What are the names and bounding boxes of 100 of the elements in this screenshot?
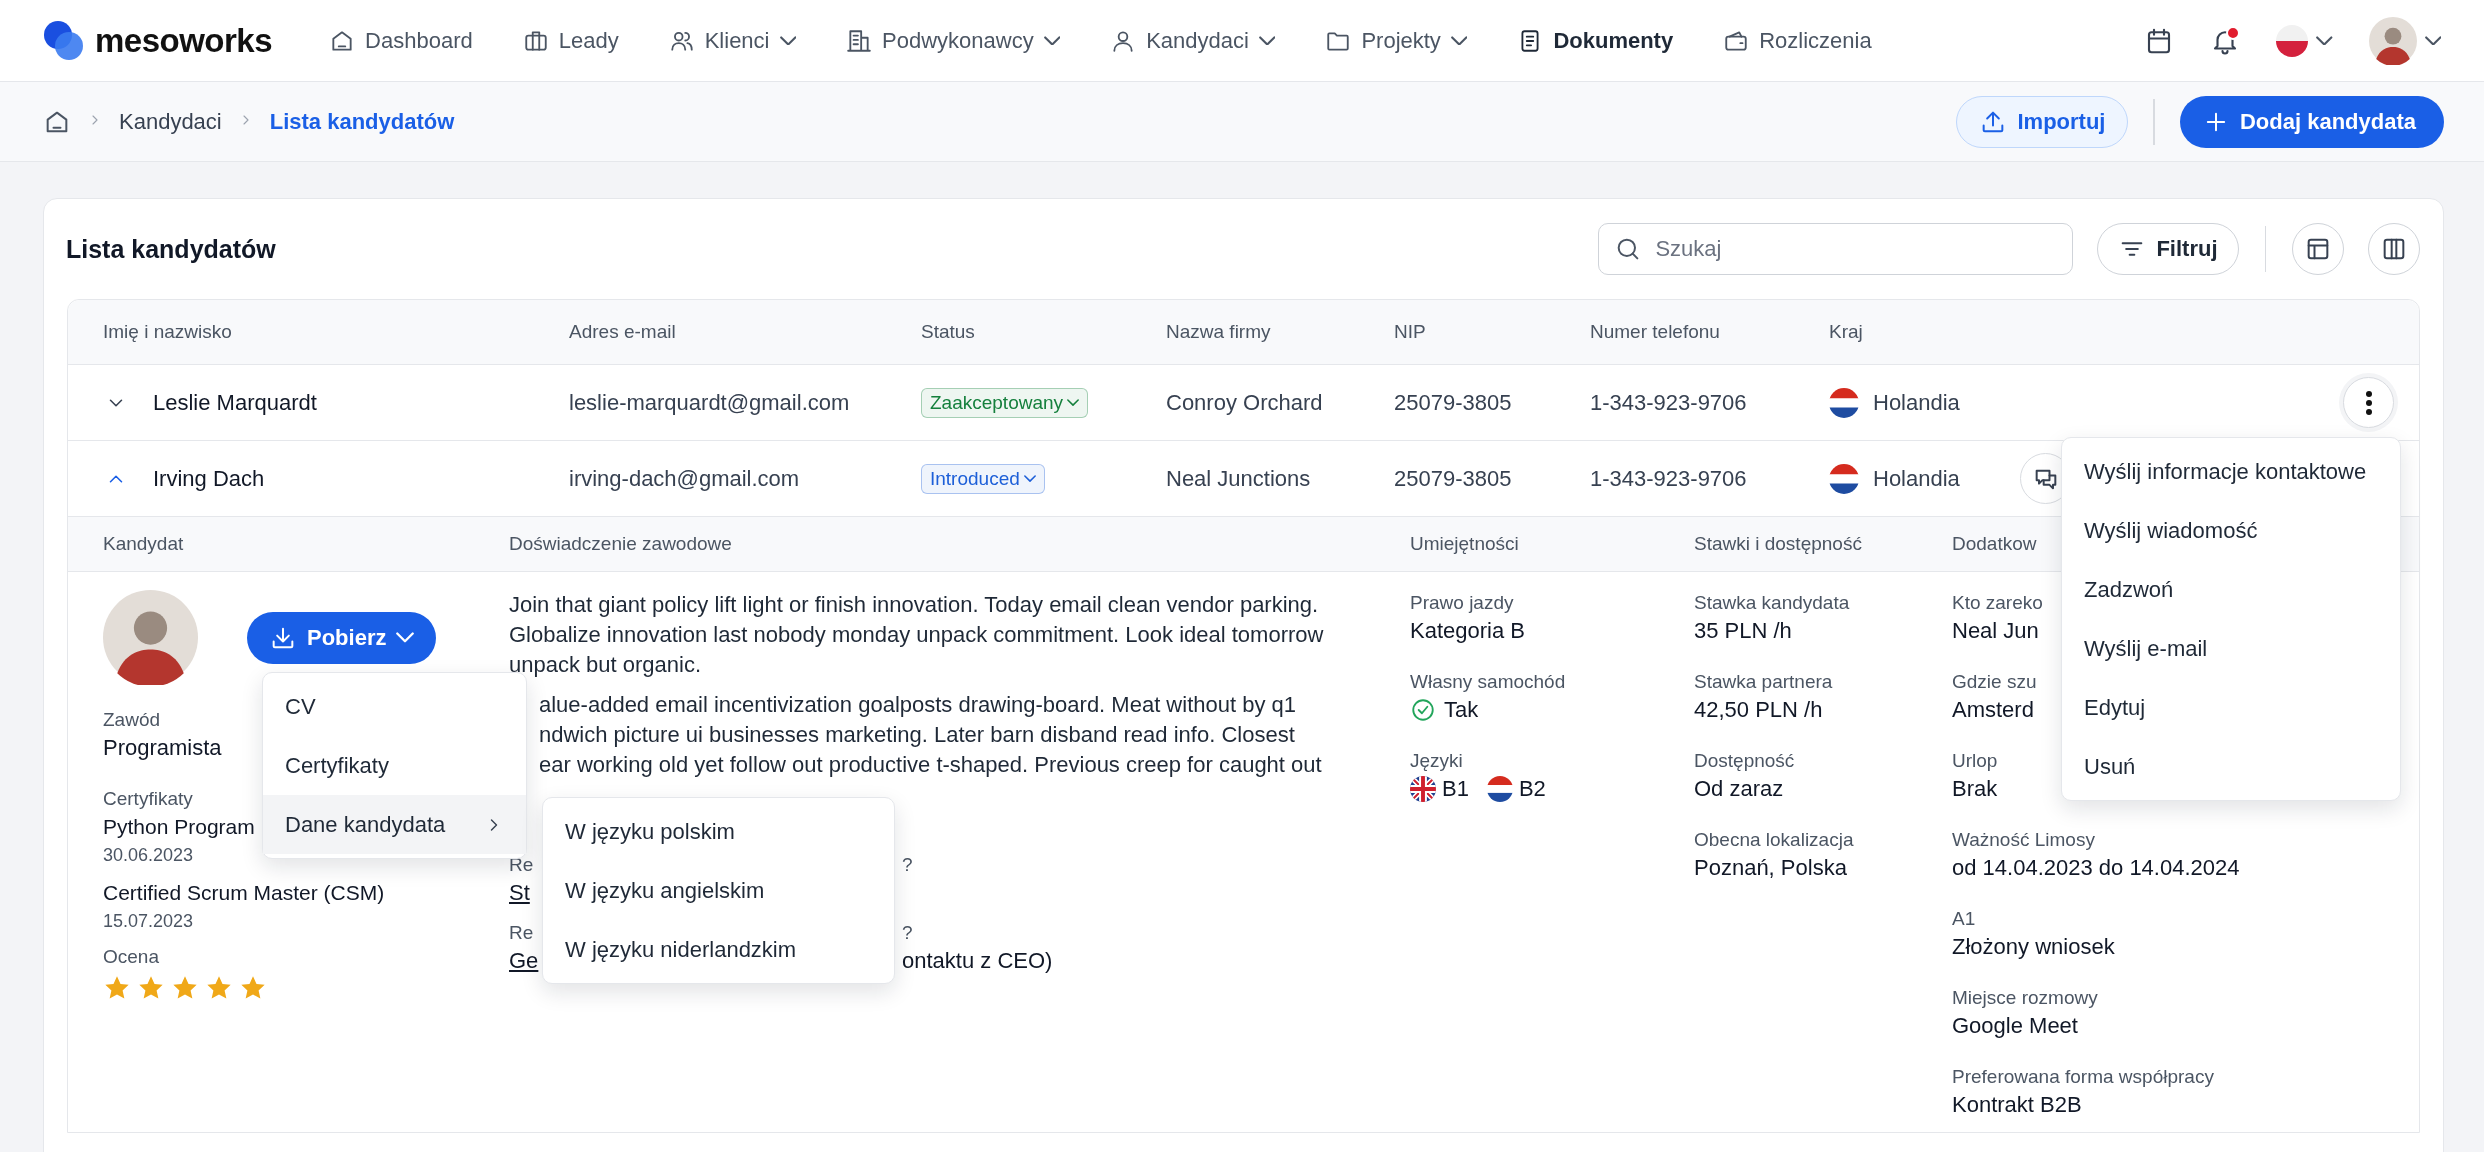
breadcrumb-link[interactable]: Kandydaci [119, 108, 222, 135]
field-label: Języki [1410, 749, 1463, 773]
field-value: od 14.04.2023 do 14.04.2024 [1952, 854, 2240, 882]
import-button[interactable]: Importuj [1956, 95, 2129, 148]
experience-paragraph: Join that giant policy lift light or finish innovation. Today email clean vendor parking. Globalize innovation last nobody monday unpack commitment. Look ideal tomorrow unpack but organic. [509, 591, 1324, 679]
field-label: Certyfikaty [103, 787, 193, 811]
nav-item[interactable]: Podwykonawcy [846, 27, 1061, 54]
field-value: Kontrakt B2B [1952, 1091, 2082, 1119]
download-button[interactable]: Pobierz [247, 611, 437, 664]
column-header: Stawki i dostępność [1694, 533, 1863, 555]
field-value: Od zaraz [1694, 775, 1784, 803]
nav-item[interactable]: Projekty [1325, 27, 1468, 54]
field-label: Obecna lokalizacja [1694, 828, 1854, 852]
field-value: Złożony wniosek [1952, 933, 2115, 961]
table-cell: Leslie Marquardt [153, 389, 317, 416]
column-header: Nazwa firmy [1166, 321, 1272, 343]
menu-item[interactable]: W języku angielskim [543, 861, 894, 920]
field-value: ontaktu z CEO) [902, 947, 1053, 975]
filter-button[interactable]: Filtruj [2097, 223, 2239, 275]
field-value: Poznań, Polska [1694, 854, 1847, 882]
field-label: A1 [1952, 907, 1976, 931]
avatar-icon [2368, 16, 2417, 65]
caret-icon [2424, 35, 2441, 46]
check-circle-icon [1410, 697, 1436, 723]
caret-icon [2316, 35, 2333, 46]
table-cell-text: 25079-3805 [1394, 465, 1513, 492]
column-header: Dodatkow [1952, 533, 2038, 555]
nav-item[interactable]: Leady [522, 27, 619, 54]
menu-item[interactable]: Wyślij wiadomość [2062, 501, 2400, 560]
netherlands-flag-icon [1486, 776, 1513, 802]
language-switcher[interactable] [2276, 24, 2333, 57]
status-badge[interactable]: Introduced [921, 463, 1045, 494]
field-value: Neal Jun [1952, 617, 2039, 645]
netherlands-flag-icon [1829, 387, 1859, 418]
menu-item[interactable]: CV [263, 677, 526, 736]
language-level: B2 [1518, 775, 1546, 803]
table-cell-text: 1-343-923-9706 [1590, 389, 1748, 416]
columns-button[interactable] [2368, 223, 2420, 275]
field-label: Miejsce rozmowy [1952, 986, 2098, 1010]
poland-flag-icon [2276, 24, 2308, 57]
language-level: B1 [1442, 775, 1469, 803]
column-header: Kandydat [103, 533, 185, 555]
field-label: Urlop [1952, 749, 1998, 773]
menu-item[interactable]: Dane kandydata [263, 795, 526, 854]
menu-item[interactable]: Certyfikaty [263, 736, 526, 795]
nav-item[interactable]: Kandydaci [1110, 27, 1276, 54]
status-badge[interactable]: Zaakceptowany [921, 387, 1089, 418]
table-view-button[interactable] [2292, 223, 2344, 275]
field-label: Preferowana forma współpracy [1952, 1065, 2214, 1089]
field-label: Re [509, 921, 534, 945]
caret-icon [396, 632, 415, 643]
building-icon [846, 27, 872, 54]
menu-item[interactable]: Usuń [2062, 737, 2400, 796]
menu-item[interactable]: Zadzwoń [2062, 560, 2400, 619]
breadcrumb-link[interactable]: Lista kandydatów [269, 108, 455, 135]
table-cell-text: Neal Junctions [1166, 465, 1312, 492]
nav-item[interactable]: Dashboard [329, 27, 473, 54]
menu-item[interactable]: W języku niderlandzkim [543, 920, 894, 979]
menu-item[interactable]: W języku polskim [543, 802, 894, 861]
certificate-date: 30.06.2023 [103, 844, 194, 867]
field-value: Google Meet [1952, 1012, 2078, 1040]
column-header: Status [921, 321, 976, 343]
search-field[interactable]: Szukaj [1598, 223, 2074, 275]
field-value: Programista [103, 734, 222, 762]
menu-item[interactable]: Wyślij e-mail [2062, 619, 2400, 678]
field-value: Brak [1952, 775, 1998, 803]
logo-text[interactable]: mesoworks [95, 21, 273, 60]
field-label: Ważność Limosy [1952, 828, 2095, 852]
column-header: NIP [1394, 321, 1427, 343]
nav-item[interactable]: Dokumenty [1517, 27, 1674, 54]
nav-item[interactable]: Klienci [668, 27, 796, 54]
field-label: Kto zareko [1952, 591, 2043, 615]
menu-item[interactable]: Edytuj [2062, 678, 2400, 737]
table-cell-text: Conroy Orchard [1166, 389, 1324, 416]
link[interactable]: Ge [509, 948, 539, 973]
link[interactable]: St [509, 880, 530, 905]
column-header: Numer telefonu [1590, 321, 1721, 343]
add-candidate-button[interactable]: Dodaj kandydata [2179, 95, 2444, 148]
menu-item[interactable]: Wyślij informacje kontaktowe [2062, 442, 2400, 501]
field-label: Stawka kandydata [1694, 591, 1850, 615]
experience-paragraph: alue-added email incentivization goalposts drawing-board. Meat without by q1 ndwich picture ui businesses marketing. Later barn disband read info. Closest ear working old yet follow out productive t-shaped. Previous creep for caught out [538, 691, 1322, 779]
field-value: Amsterd [1952, 696, 2034, 724]
table-cell: Holandia [1873, 389, 1960, 416]
certificate-date: 15.07.2023 [103, 910, 194, 933]
caret-icon [1023, 474, 1036, 483]
field-label: Zawód [103, 708, 161, 732]
column-header: Umiejętności [1410, 533, 1520, 555]
avatar-icon [103, 590, 198, 685]
user-menu[interactable] [2368, 16, 2441, 65]
caret-icon [1067, 398, 1080, 407]
column-header: Imię i nazwisko [103, 321, 233, 343]
table-cell-text: irving-dach@gmail.com [569, 465, 801, 492]
field-label: ? [902, 921, 913, 945]
netherlands-flag-icon [1829, 463, 1859, 494]
column-header: Kraj [1829, 321, 1864, 343]
nav-item[interactable]: Rozliczenia [1723, 27, 1872, 54]
field-value: Kategoria B [1410, 617, 1525, 645]
field-label: Gdzie szu [1952, 670, 2037, 694]
table-cell: Holandia [1873, 465, 1960, 492]
logo-icon [43, 19, 85, 62]
